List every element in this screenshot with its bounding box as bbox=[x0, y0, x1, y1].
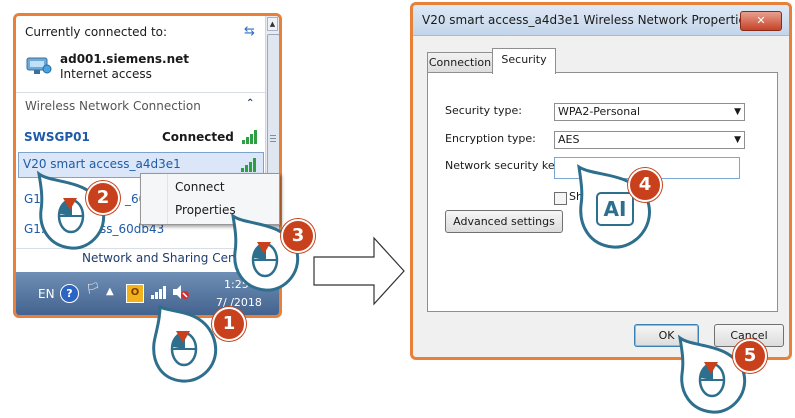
dialog-titlebar: V20 smart access_a4d3e1 Wireless Network… bbox=[413, 5, 789, 36]
step-badge-4: 4 bbox=[628, 168, 662, 202]
network-security-key-label: Network security key bbox=[445, 159, 562, 172]
encryption-type-select[interactable]: AES ▼ bbox=[554, 131, 745, 149]
section-title: Wireless Network Connection bbox=[25, 99, 201, 113]
language-indicator[interactable]: EN bbox=[38, 287, 55, 301]
context-menu-connect[interactable]: Connect bbox=[175, 180, 225, 194]
dialog-title: V20 smart access_a4d3e1 Wireless Network… bbox=[422, 13, 753, 27]
network-status: Connected bbox=[162, 130, 234, 144]
action-center-flag-icon[interactable]: 🏳 bbox=[86, 282, 100, 295]
encryption-type-label: Encryption type: bbox=[445, 132, 536, 145]
text-cursor-icon: AI bbox=[596, 192, 634, 226]
show-hidden-icons-icon[interactable]: ▲ bbox=[106, 286, 114, 297]
network-name: SWSGP01 bbox=[24, 130, 90, 144]
connected-network-name: ad001.siemens.net bbox=[60, 52, 189, 66]
dropdown-arrow-icon: ▼ bbox=[734, 135, 741, 145]
network-item-swsgp01[interactable]: SWSGP01 Connected bbox=[20, 124, 262, 150]
volume-muted-icon[interactable] bbox=[172, 284, 190, 303]
divider bbox=[16, 92, 265, 93]
flow-arrow-icon bbox=[312, 235, 408, 310]
encryption-type-value: AES bbox=[558, 133, 580, 146]
collapse-chevron-icon[interactable]: ⌃ bbox=[246, 98, 254, 109]
scroll-up-icon[interactable]: ▲ bbox=[267, 17, 278, 31]
refresh-icon[interactable]: ⇆ bbox=[244, 24, 255, 39]
dropdown-arrow-icon: ▼ bbox=[734, 107, 741, 117]
help-icon[interactable]: ? bbox=[60, 284, 79, 303]
network-tray-icon[interactable] bbox=[151, 284, 167, 303]
signal-strength-icon bbox=[242, 128, 260, 147]
tab-security[interactable]: Security bbox=[492, 48, 556, 74]
app-tray-icon[interactable]: O bbox=[126, 284, 144, 303]
mouse-click-callout-1 bbox=[150, 303, 220, 388]
security-type-select[interactable]: WPA2-Personal ▼ bbox=[554, 103, 745, 121]
tab-label: Connection bbox=[428, 56, 492, 69]
step-badge-2: 2 bbox=[86, 181, 120, 215]
connected-header: Currently connected to: bbox=[25, 25, 168, 39]
tab-connection[interactable]: Connection bbox=[427, 52, 493, 73]
advanced-settings-button[interactable]: Advanced settings bbox=[445, 210, 563, 233]
step-badge-5: 5 bbox=[733, 339, 767, 373]
connected-network-status: Internet access bbox=[60, 67, 152, 81]
domain-network-icon bbox=[26, 54, 52, 76]
close-button[interactable]: ✕ bbox=[740, 11, 782, 31]
security-type-label: Security type: bbox=[445, 104, 522, 117]
step-badge-3: 3 bbox=[281, 219, 315, 253]
step-badge-1: 1 bbox=[212, 307, 246, 341]
tab-label: Security bbox=[501, 53, 547, 66]
network-name: V20 smart access_a4d3e1 bbox=[23, 157, 181, 171]
context-menu-properties[interactable]: Properties bbox=[175, 203, 236, 217]
security-type-value: WPA2-Personal bbox=[558, 105, 641, 118]
show-characters-checkbox[interactable] bbox=[554, 192, 567, 205]
